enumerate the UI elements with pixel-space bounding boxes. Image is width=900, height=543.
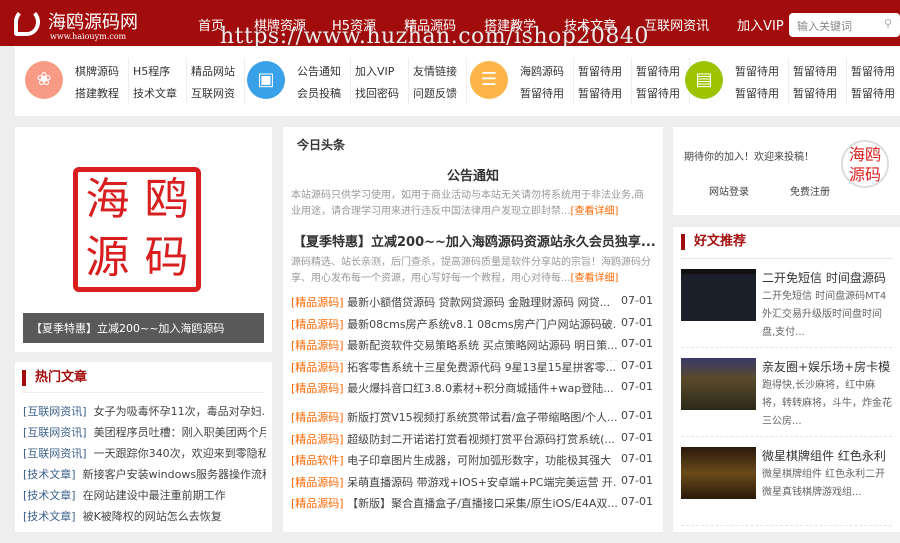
news-date: 07-01 [617, 337, 653, 351]
quick-link[interactable]: 搭建教程 [75, 85, 119, 101]
recommend-item[interactable]: 二开免短信 时间盘源码 二开免短信 时间盘源码MT4外汇交易升级版时间盘时间盘,… [681, 269, 892, 349]
quick-link[interactable]: 暂留待用 [851, 85, 895, 101]
news-date: 07-01 [617, 409, 653, 422]
news-item[interactable]: [精品源码] 超级防封二开诺诺打赏看视频打赏平台源码打赏系统(... 07-01 [291, 430, 663, 447]
quick-link[interactable]: 互联网资 [191, 85, 235, 101]
quick-link[interactable]: H5程序 [133, 63, 170, 79]
news-item[interactable]: [精品源码] 最新配资软件交易策略系统 买点策略网站源码 明日策... 07-01 [291, 337, 663, 353]
banner-seal: 海鸥源码 [73, 167, 201, 292]
hot-article-item[interactable]: [互联网资讯] 一天跟踪你340次，欢迎来到零隐私... [23, 445, 266, 461]
news-item[interactable]: [精品源码] 最新08cms房产系统v8.1 08cms房产门户网站源码破...… [291, 315, 663, 332]
news-date: 07-01 [617, 380, 653, 394]
recommend-panel: 好文推荐 二开免短信 时间盘源码 二开免短信 时间盘源码MT4外汇交易升级版时间… [673, 227, 900, 532]
quick-link[interactable]: 暂留待用 [520, 85, 564, 101]
search-icon[interactable]: ⚲ [884, 17, 892, 30]
nav-news[interactable]: 互联网资讯 [644, 15, 709, 34]
recommend-thumbnail[interactable] [681, 269, 756, 321]
news-title: 今日头条 [297, 138, 346, 152]
hot-article-item[interactable]: [互联网资讯] 女子为吸毒怀孕11次，毒品对孕妇... [23, 403, 266, 419]
quick-link[interactable]: 暂留待用 [851, 63, 895, 79]
quick-link[interactable]: 暂留待用 [636, 63, 680, 79]
news-item[interactable]: [精品源码] 最火爆抖音口红3.8.0素材+积分商城插件+wap登陆... 07-… [291, 380, 663, 396]
news-date: 07-01 [617, 315, 653, 329]
news-date: 07-01 [617, 495, 653, 509]
quick-link[interactable]: 加入VIP [355, 63, 394, 79]
recommend-item-title: 二开免短信 时间盘源码 [762, 271, 886, 285]
news-item[interactable]: [精品源码] 最新小额借贷源码 贷款网贷源码 金融理财源码 网贷... 07-01 [291, 294, 663, 310]
quick-link[interactable]: 暂留待用 [636, 85, 680, 101]
news-date: 07-01 [617, 452, 653, 466]
news-date: 07-01 [617, 358, 653, 372]
quick-link[interactable]: 暂留待用 [793, 63, 837, 79]
quick-link[interactable]: 棋牌源码 [75, 63, 119, 79]
hot-article-item[interactable]: [互联网资讯] 美团程序员吐槽：刚入职美团两个月... [23, 424, 266, 440]
welcome-text: 期待你的加入！欢迎来投稿！ [684, 152, 814, 163]
quick-link[interactable]: 找回密码 [355, 85, 399, 101]
recommend-item-desc: 微星棋牌组件 红色永利二开微星真钱棋牌游戏组... [762, 469, 886, 498]
news-date: 07-01 [617, 294, 653, 307]
recommend-thumbnail[interactable] [681, 447, 756, 499]
headline-promo[interactable]: 【夏季特惠】立减200~~加入海鸥源码资源站永久会员独享... [293, 231, 656, 250]
news-item[interactable]: [精品源码] 新版打赏V15视频打系统赏带试看/盒子带缩略图/个人... 07-0… [291, 409, 663, 425]
banner-caption[interactable]: 【夏季特惠】立减200~~加入海鸥源码 [23, 313, 264, 343]
hot-articles: 热门文章 [互联网资讯] 女子为吸毒怀孕11次，毒品对孕妇... [互联网资讯] … [15, 362, 272, 532]
quick-link[interactable]: 暂留待用 [578, 85, 622, 101]
quick-link[interactable]: 暂留待用 [735, 85, 779, 101]
more-link[interactable]: [查看详细] [571, 273, 619, 284]
news-panel: 今日头条 公告通知 本站源码只供学习使用，如用于商业活动与本站无关请勿将系统用于… [283, 127, 663, 532]
recommend-title: 好文推荐 [681, 234, 746, 250]
quick-link[interactable]: 友情链接 [413, 63, 457, 79]
user-panel: 期待你的加入！欢迎来投稿！ 网站登录 免费注册 海鸥 源码 [673, 127, 900, 215]
hot-title: 热门文章 [22, 370, 87, 386]
promo-desc: 源码精选、站长亲测，后门查杀，提高源码质量是软件分享站的宗旨！海鸥源码分享、用心… [291, 257, 651, 284]
recommend-thumbnail[interactable] [681, 358, 756, 410]
site-name: 海鸥源码网 [48, 12, 138, 33]
document-icon: ▤ [685, 61, 723, 99]
quick-link[interactable]: 暂留待用 [735, 63, 779, 79]
tv-icon: ▣ [247, 61, 285, 99]
register-link[interactable]: 免费注册 [790, 183, 830, 198]
login-link[interactable]: 网站登录 [709, 183, 749, 198]
nav-vip[interactable]: 加入VIP [737, 15, 784, 34]
news-date: 07-01 [617, 473, 653, 487]
hot-article-item[interactable]: [技术文章] 新接客户安装windows服务器操作流程 [23, 466, 266, 482]
recommend-item[interactable]: 亲友圈+娱乐场+房卡模 跑得快,长沙麻将，红中麻将，转转麻将，斗牛，炸金花 三公… [681, 358, 892, 438]
notice-desc: 本站源码只供学习使用，如用于商业活动与本站无关请勿将系统用于非法业务,商业用途，… [291, 190, 645, 217]
news-item[interactable]: [精品软件] 电子印章图片生成器，可附加弧形数字，功能极其强大 07-01 [291, 452, 663, 468]
banner[interactable]: 海鸥源码 【夏季特惠】立减200~~加入海鸥源码 [15, 127, 272, 352]
quick-link[interactable]: 技术文章 [133, 85, 177, 101]
quick-links-bar: ❀ 棋牌源码 H5程序 精品网站搭建教程 技术文章 互联网资 ▣ 公告通知 加入VIP 友情链接会… [15, 46, 900, 116]
site-url: www.haiouym.com [50, 32, 127, 41]
logo-icon [14, 8, 40, 36]
hot-article-item[interactable]: [技术文章] 被K被降权的网站怎么去恢复 [23, 508, 266, 524]
search-input[interactable]: 输入关键词 ⚲ [789, 13, 900, 37]
recommend-item-desc: 跑得快,长沙麻将，红中麻将，转转麻将，斗牛，炸金花 三公房... [762, 380, 892, 427]
quick-link[interactable]: 暂留待用 [578, 63, 622, 79]
search-placeholder: 输入关键词 [797, 20, 852, 33]
quick-link[interactable]: 问题反馈 [413, 85, 457, 101]
avatar-seal: 海鸥 源码 [841, 140, 889, 188]
quick-link[interactable]: 精品网站 [191, 63, 235, 79]
news-item[interactable]: [精品源码] 拓客零售系统十三星免费源代码 9星13星15星拼客零... 07-0… [291, 358, 663, 375]
quick-link[interactable]: 会员投稿 [297, 85, 341, 101]
news-date: 07-01 [617, 430, 653, 444]
award-icon: ❀ [25, 61, 63, 99]
recommend-item-title: 亲友圈+娱乐场+房卡模 [762, 360, 891, 374]
more-link[interactable]: [查看详细] [571, 206, 619, 217]
list-icon: ☰ [470, 61, 508, 99]
news-item[interactable]: [精品源码] 呆萌直播源码 带游戏+IOS+安卓端+PC端完美运营 开... 07… [291, 473, 663, 490]
quick-link[interactable]: 海鸥源码 [520, 63, 564, 79]
recommend-item[interactable]: 微星棋牌组件 红色永利 微星棋牌组件 红色永利二开微星真钱棋牌游戏组... [681, 447, 892, 527]
hot-article-item[interactable]: [技术文章] 在网站建设中最注重前期工作 [23, 487, 266, 503]
headline-notice[interactable]: 公告通知 [283, 165, 663, 184]
recommend-item-title: 微星棋牌组件 红色永利 [762, 449, 886, 463]
quick-link[interactable]: 公告通知 [297, 63, 341, 79]
recommend-item-desc: 二开免短信 时间盘源码MT4外汇交易升级版时间盘时间盘,支付... [762, 291, 887, 338]
news-item[interactable]: [精品源码] 【新版】聚合直播盒子/直播接口采集/原生iOS/E4A双... 07… [291, 495, 663, 511]
quick-link[interactable]: 暂留待用 [793, 85, 837, 101]
